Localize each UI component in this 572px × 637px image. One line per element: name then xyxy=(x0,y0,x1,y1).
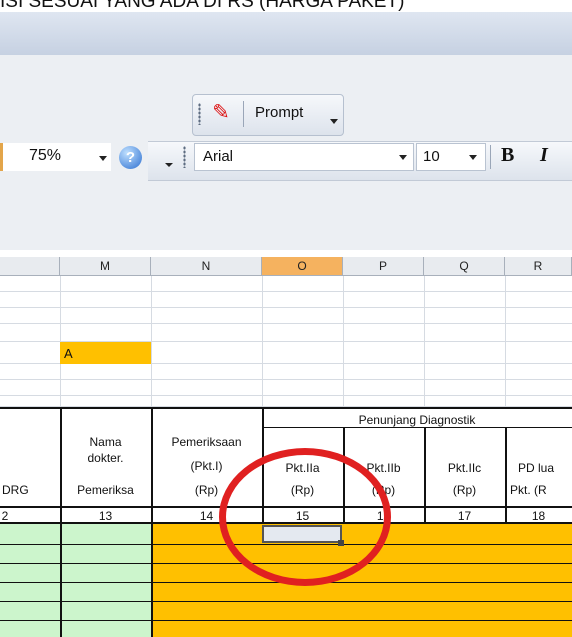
header-q-line2: (Rp) xyxy=(452,483,477,497)
border-line xyxy=(0,601,572,602)
sheet-row[interactable] xyxy=(0,396,572,407)
grid-line xyxy=(343,276,344,407)
title-strip: ISI SESUAI YANG ADA DI RS (HARGA PAKET) xyxy=(0,0,572,12)
sheet-row[interactable] xyxy=(0,324,572,342)
toolbar-separator xyxy=(243,101,244,127)
chevron-down-icon[interactable] xyxy=(399,155,407,160)
sheet-row[interactable] xyxy=(0,308,572,324)
grid-line xyxy=(262,276,263,407)
grid-line xyxy=(424,276,425,407)
prompt-toolbar: ✎ Prompt xyxy=(192,94,344,136)
window-toolbar-band xyxy=(0,12,572,55)
column-number: 17 xyxy=(457,509,472,523)
toolbar-separator xyxy=(490,145,491,169)
column-number: 18 xyxy=(531,509,546,523)
red-annotation-circle xyxy=(219,448,391,586)
spreadsheet: M N O P Q R A Penunjang Diagnostik DRG N… xyxy=(0,250,572,637)
column-number: 2 xyxy=(1,509,9,523)
group-header-penunjang: Penunjang Diagnostik xyxy=(358,413,476,427)
font-size-value: 10 xyxy=(423,148,440,165)
bold-button[interactable]: B xyxy=(501,144,514,167)
chevron-down-icon[interactable] xyxy=(99,156,107,161)
column-header-l[interactable] xyxy=(0,257,60,276)
font-size-select[interactable]: 10 xyxy=(416,143,486,171)
grid-line xyxy=(151,276,152,407)
cell-m-a[interactable]: A xyxy=(60,342,151,364)
toolbar-grip[interactable] xyxy=(198,103,201,125)
header-m-line3: Pemeriksa xyxy=(77,483,134,497)
chevron-down-icon[interactable] xyxy=(469,155,477,160)
column-header-r[interactable]: R xyxy=(505,257,572,276)
grid-line xyxy=(505,276,506,407)
italic-button[interactable]: I xyxy=(540,144,548,167)
sheet-row[interactable] xyxy=(0,364,572,380)
column-header-o[interactable]: O xyxy=(262,257,343,276)
font-name-value: Arial xyxy=(203,148,234,165)
font-name-select[interactable]: Arial xyxy=(194,143,414,171)
header-r-line1: PD lua xyxy=(518,461,555,475)
column-header-q[interactable]: Q xyxy=(424,257,505,276)
zoom-value: 75% xyxy=(29,147,62,164)
border-line xyxy=(0,620,572,621)
formatting-toolbar: 75% ? Arial 10 B I xyxy=(0,141,572,183)
column-number: 13 xyxy=(98,509,113,523)
column-header-p[interactable]: P xyxy=(343,257,424,276)
column-header-m[interactable]: M xyxy=(60,257,151,276)
sheet-row[interactable] xyxy=(0,380,572,396)
title-strip-text: ISI SESUAI YANG ADA DI RS (HARGA PAKET) xyxy=(0,0,405,12)
sheet-row[interactable] xyxy=(0,276,572,292)
header-r-line2: Pkt. (R xyxy=(510,483,547,497)
help-icon[interactable]: ? xyxy=(119,146,142,169)
toolbar-options-icon[interactable] xyxy=(165,163,173,167)
prompt-button[interactable]: Prompt xyxy=(255,104,303,121)
header-q-line1: Pkt.IIc xyxy=(447,461,482,475)
zoom-select[interactable]: 75% xyxy=(0,143,111,171)
header-n-line1: Pemeriksaan xyxy=(171,435,242,449)
column-header-n[interactable]: N xyxy=(151,257,262,276)
chevron-down-icon[interactable] xyxy=(330,119,338,124)
header-l: DRG xyxy=(2,483,29,497)
pdf-icon[interactable]: ✎ xyxy=(209,101,233,125)
toolbar-grip[interactable] xyxy=(183,146,186,168)
header-m-line2: dokter. xyxy=(87,451,124,465)
header-m-line1: Nama xyxy=(89,435,122,449)
sheet-row[interactable] xyxy=(0,292,572,308)
